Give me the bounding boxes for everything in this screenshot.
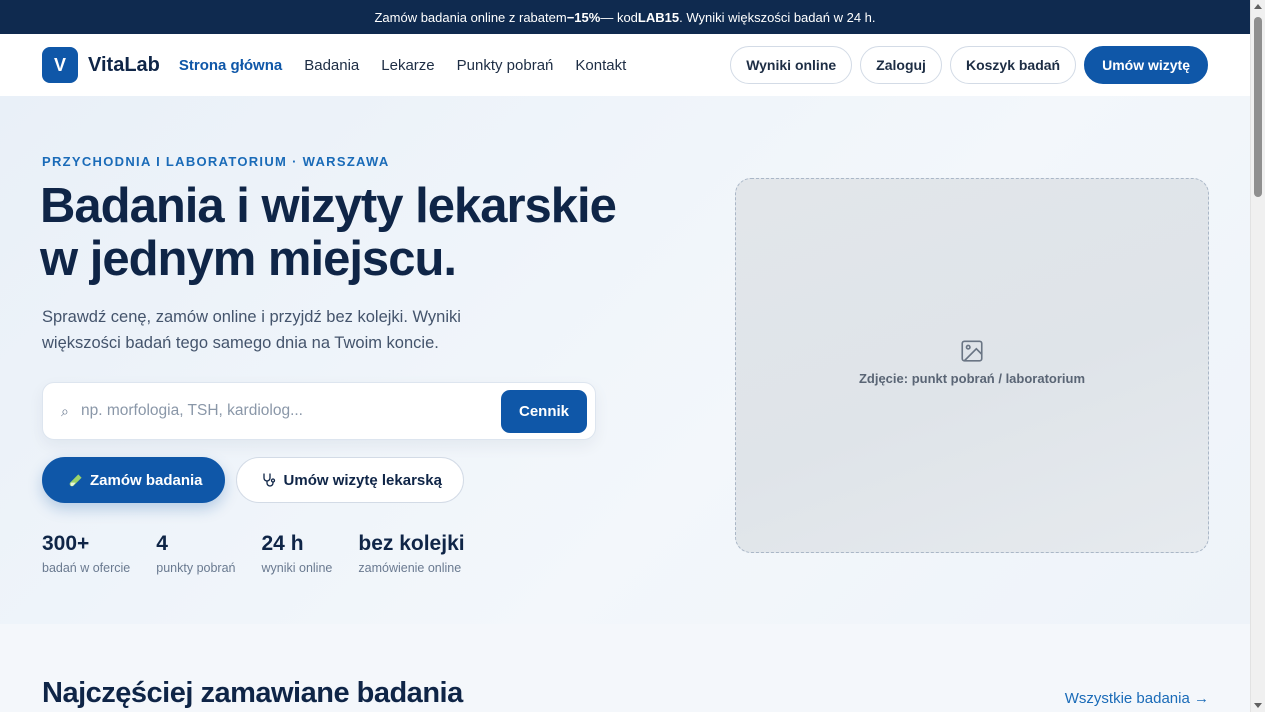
test-tube-icon [67, 472, 83, 488]
nav-link-home[interactable]: Strona główna [179, 57, 282, 74]
promo-code: LAB15 [637, 9, 680, 25]
promo-text-suffix: . Wyniki większości badań w 24 h. [679, 9, 876, 25]
photo-placeholder: Zdjęcie: punkt pobrań / laboratorium [735, 178, 1209, 553]
nav-link-tests[interactable]: Badania [304, 57, 359, 74]
top-navigation: V VitaLab Strona główna Badania Lekarze … [0, 34, 1250, 96]
stethoscope-icon [261, 472, 277, 488]
search-input[interactable] [81, 402, 501, 420]
stats-row: 300+ badań w ofercie 4 punkty pobrań 24 … [42, 532, 465, 575]
promo-text-middle: — kod [600, 9, 638, 25]
stat-value: 24 h [261, 532, 304, 555]
hero-eyebrow: PRZYCHODNIA I LABORATORIUM · WARSZAWA [42, 154, 390, 169]
order-tests-label: Zamów badania [90, 471, 203, 489]
stat-value: 4 [156, 532, 168, 555]
results-online-button[interactable]: Wyniki online [730, 46, 853, 84]
book-visit-button[interactable]: Umów wizytę [1084, 46, 1208, 84]
logo-icon[interactable]: V [42, 47, 78, 83]
nav-link-contact[interactable]: Kontakt [575, 57, 626, 74]
search-bar: ⌕ Cennik [42, 382, 596, 440]
stat-label: zamówienie online [358, 561, 462, 575]
all-tests-link[interactable]: Wszystkie badania → [1065, 690, 1209, 707]
nav-link-doctors[interactable]: Lekarze [381, 57, 434, 74]
order-tests-button[interactable]: Zamów badania [42, 457, 225, 503]
book-doctor-visit-button[interactable]: Umów wizytę lekarską [235, 457, 464, 503]
book-doctor-visit-label: Umów wizytę lekarską [283, 471, 442, 489]
photo-caption: Zdjęcie: punkt pobrań / laboratorium [858, 370, 1086, 386]
scroll-thumb[interactable] [1254, 17, 1262, 197]
nav-actions: Wyniki online Zaloguj Koszyk badań Umów … [730, 46, 1208, 84]
stat-value: bez kolejki [358, 532, 465, 555]
price-list-button[interactable]: Cennik [500, 389, 587, 433]
brand-name[interactable]: VitaLab [88, 54, 160, 77]
stat-label: badań w ofercie [42, 561, 131, 575]
stat-label: wyniki online [261, 561, 333, 575]
scroll-down-arrow-icon[interactable] [1254, 703, 1262, 708]
cta-row: Zamów badania Umów wizytę lekarską [42, 457, 464, 503]
stat-label: punkty pobrań [156, 561, 236, 575]
page-scrollbar[interactable] [1250, 0, 1265, 712]
popular-tests-title: Najczęściej zamawiane badania [42, 677, 463, 709]
login-button[interactable]: Zaloguj [860, 46, 942, 84]
popular-tests-section: Najczęściej zamawiane badania Wszystkie … [0, 624, 1250, 712]
hero-headline: Badania i wizyty lekarskie w jednym miej… [40, 180, 680, 286]
promo-bar: Zamów badania online z rabatem −15% — ko… [0, 0, 1265, 34]
stat-item: 4 punkty pobrań [156, 532, 235, 575]
promo-text-prefix: Zamów badania online z rabatem [374, 9, 567, 25]
main-menu: Strona główna Badania Lekarze Punkty pob… [179, 57, 626, 74]
cart-button[interactable]: Koszyk badań [949, 46, 1077, 84]
stat-item: 300+ badań w ofercie [42, 532, 130, 575]
promo-discount: −15% [566, 9, 601, 25]
hero-headline-line2: w jednym miejscu. [40, 232, 457, 286]
hero-section: PRZYCHODNIA I LABORATORIUM · WARSZAWA Ba… [0, 96, 1250, 624]
search-icon: ⌕ [61, 402, 69, 419]
stat-item: 24 h wyniki online [262, 532, 333, 575]
hero-headline-line1: Badania i wizyty lekarskie [40, 179, 617, 233]
stat-item: bez kolejki zamówienie online [358, 532, 464, 575]
stat-value: 300+ [42, 532, 90, 555]
scroll-up-arrow-icon[interactable] [1254, 4, 1262, 9]
nav-link-collection-points[interactable]: Punkty pobrań [457, 57, 554, 74]
hero-lead: Sprawdź cenę, zamów online i przyjdź bez… [42, 308, 461, 352]
image-icon [959, 338, 985, 364]
